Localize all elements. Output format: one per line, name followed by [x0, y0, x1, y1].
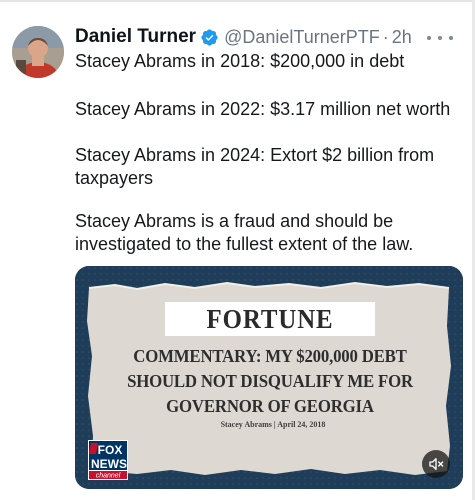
svg-text:channel: channel: [96, 473, 121, 480]
more-options-icon[interactable]: [427, 28, 453, 48]
svg-text:FOX: FOX: [98, 443, 123, 457]
mute-button[interactable]: [422, 450, 450, 478]
timestamp[interactable]: 2h: [392, 27, 412, 48]
author-name[interactable]: Daniel Turner: [75, 26, 196, 48]
avatar[interactable]: [12, 26, 64, 78]
tweet-line-1: Stacey Abrams in 2018: $200,000 in debt: [75, 51, 405, 71]
verified-badge-icon: [200, 28, 219, 47]
top-divider: [0, 0, 475, 2]
media-video[interactable]: FORTUNE COMMENTARY: MY $200,000 DEBT SHO…: [75, 266, 463, 489]
speaker-muted-icon: [429, 458, 444, 470]
header-separator: ·: [382, 26, 389, 47]
svg-text:NEWS: NEWS: [91, 457, 127, 471]
author-handle[interactable]: @DanielTurnerPTF: [224, 27, 380, 48]
tweet-header: Daniel Turner @DanielTurnerPTF · 2h: [75, 24, 412, 50]
fox-news-logo: FOX NEWS channel: [88, 440, 128, 480]
tweet-card[interactable]: Daniel Turner @DanielTurnerPTF · 2h Stac…: [0, 0, 475, 500]
masthead: FORTUNE: [206, 303, 334, 334]
article-headline: COMMENTARY: MY $200,000 DEBT SHOULD NOT …: [127, 346, 413, 416]
tweet-line-2: Stacey Abrams in 2022: $3.17 million net…: [75, 99, 451, 119]
tweet-line-3: Stacey Abrams in 2024: Extort $2 billion…: [75, 145, 435, 188]
article-byline: Stacey Abrams | April 24, 2018: [220, 420, 326, 429]
masthead-box: FORTUNE: [165, 302, 375, 336]
tweet-line-4: Stacey Abrams is a fraud and should be i…: [75, 211, 414, 254]
